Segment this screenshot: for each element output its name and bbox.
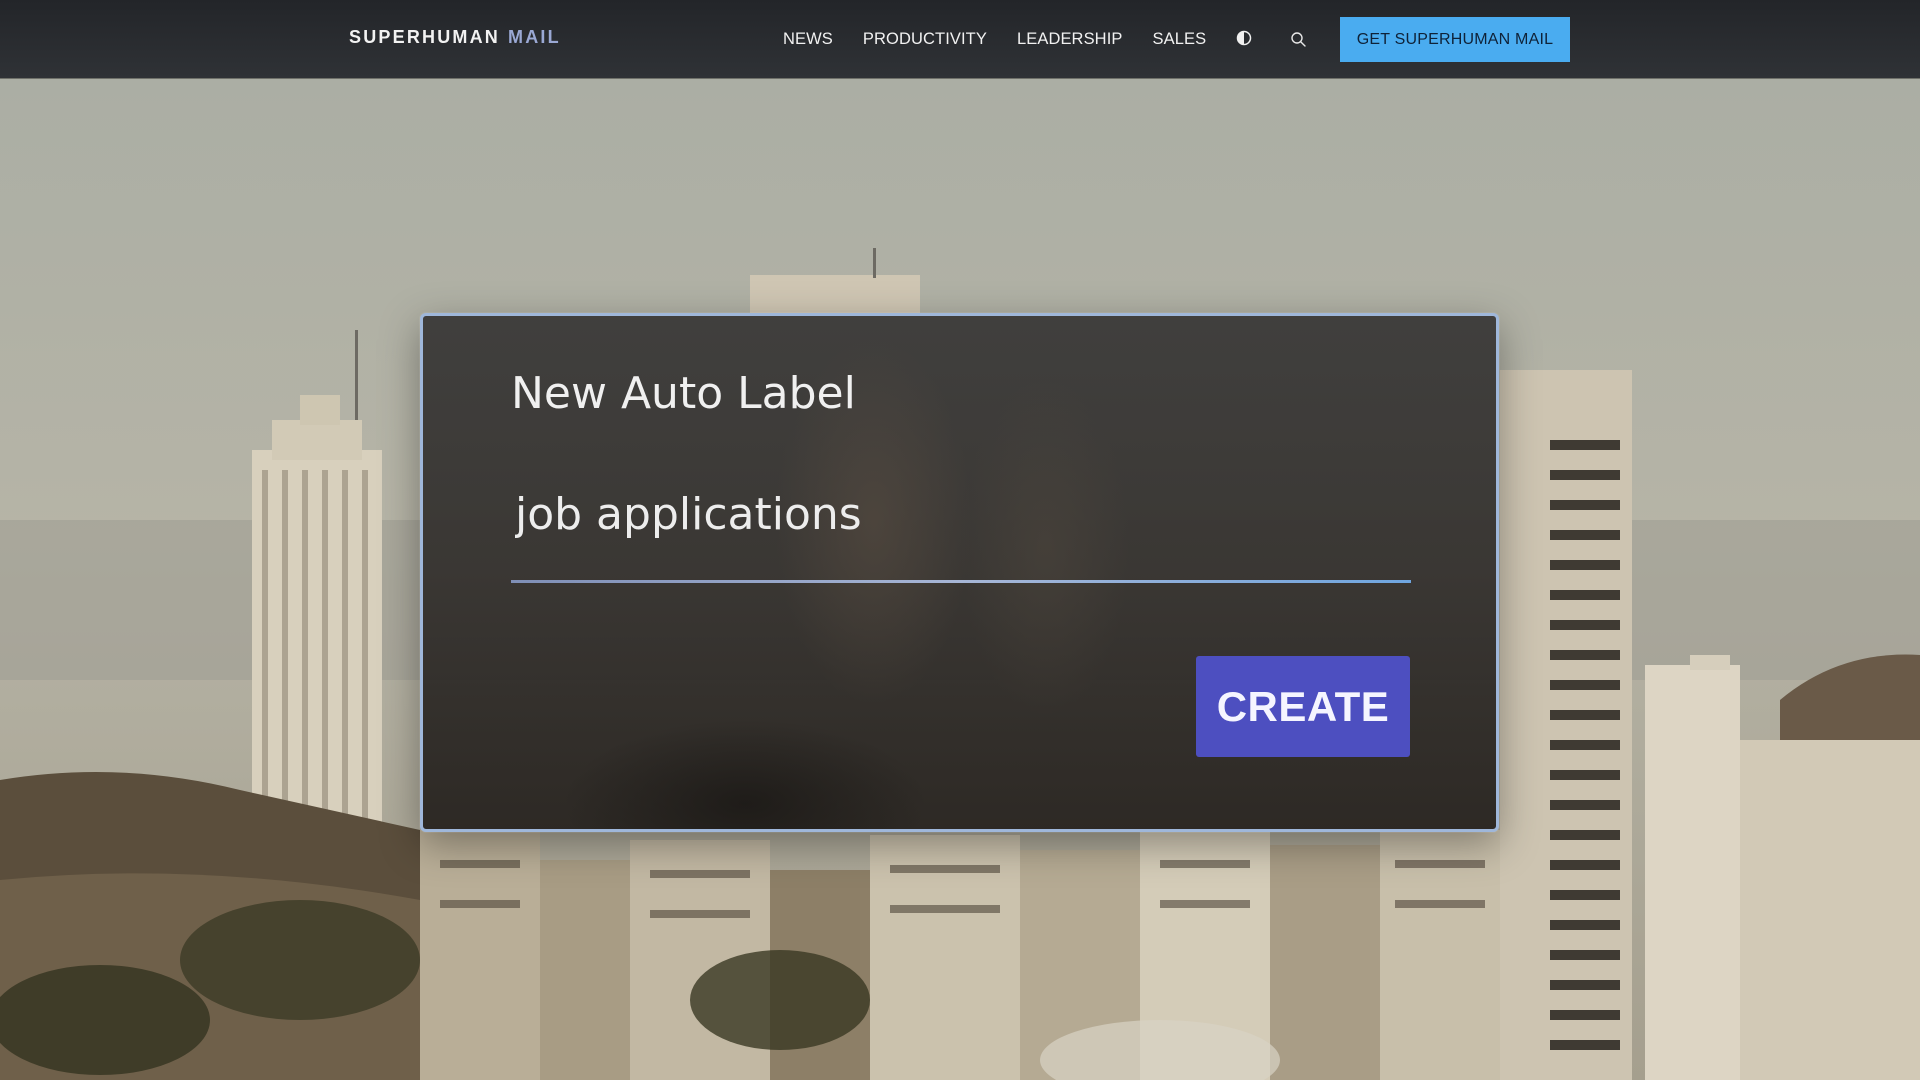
input-underline (511, 580, 1411, 583)
nav-link-productivity[interactable]: PRODUCTIVITY (863, 30, 987, 49)
main-nav: NEWS PRODUCTIVITY LEADERSHIP SALES (783, 30, 1236, 49)
contrast-icon[interactable] (1236, 30, 1252, 46)
get-superhuman-mail-button[interactable]: GET SUPERHUMAN MAIL (1340, 17, 1570, 62)
brand-logo[interactable]: SUPERHUMAN MAIL (349, 27, 561, 48)
search-icon[interactable] (1290, 31, 1307, 48)
label-name-input[interactable] (511, 486, 1411, 542)
page: SUPERHUMAN MAIL NEWS PRODUCTIVITY LEADERS… (0, 0, 1920, 1080)
nav-link-sales[interactable]: SALES (1153, 30, 1207, 49)
nav-link-leadership[interactable]: LEADERSHIP (1017, 30, 1123, 49)
nav-link-news[interactable]: NEWS (783, 30, 833, 49)
brand-mail: MAIL (508, 27, 561, 47)
create-button[interactable]: CREATE (1196, 656, 1410, 757)
new-auto-label-dialog: New Auto Label CREATE (420, 313, 1499, 832)
dialog-title: New Auto Label (511, 368, 856, 419)
top-nav-bar: SUPERHUMAN MAIL NEWS PRODUCTIVITY LEADERS… (0, 0, 1920, 78)
brand-name: SUPERHUMAN (349, 27, 501, 47)
